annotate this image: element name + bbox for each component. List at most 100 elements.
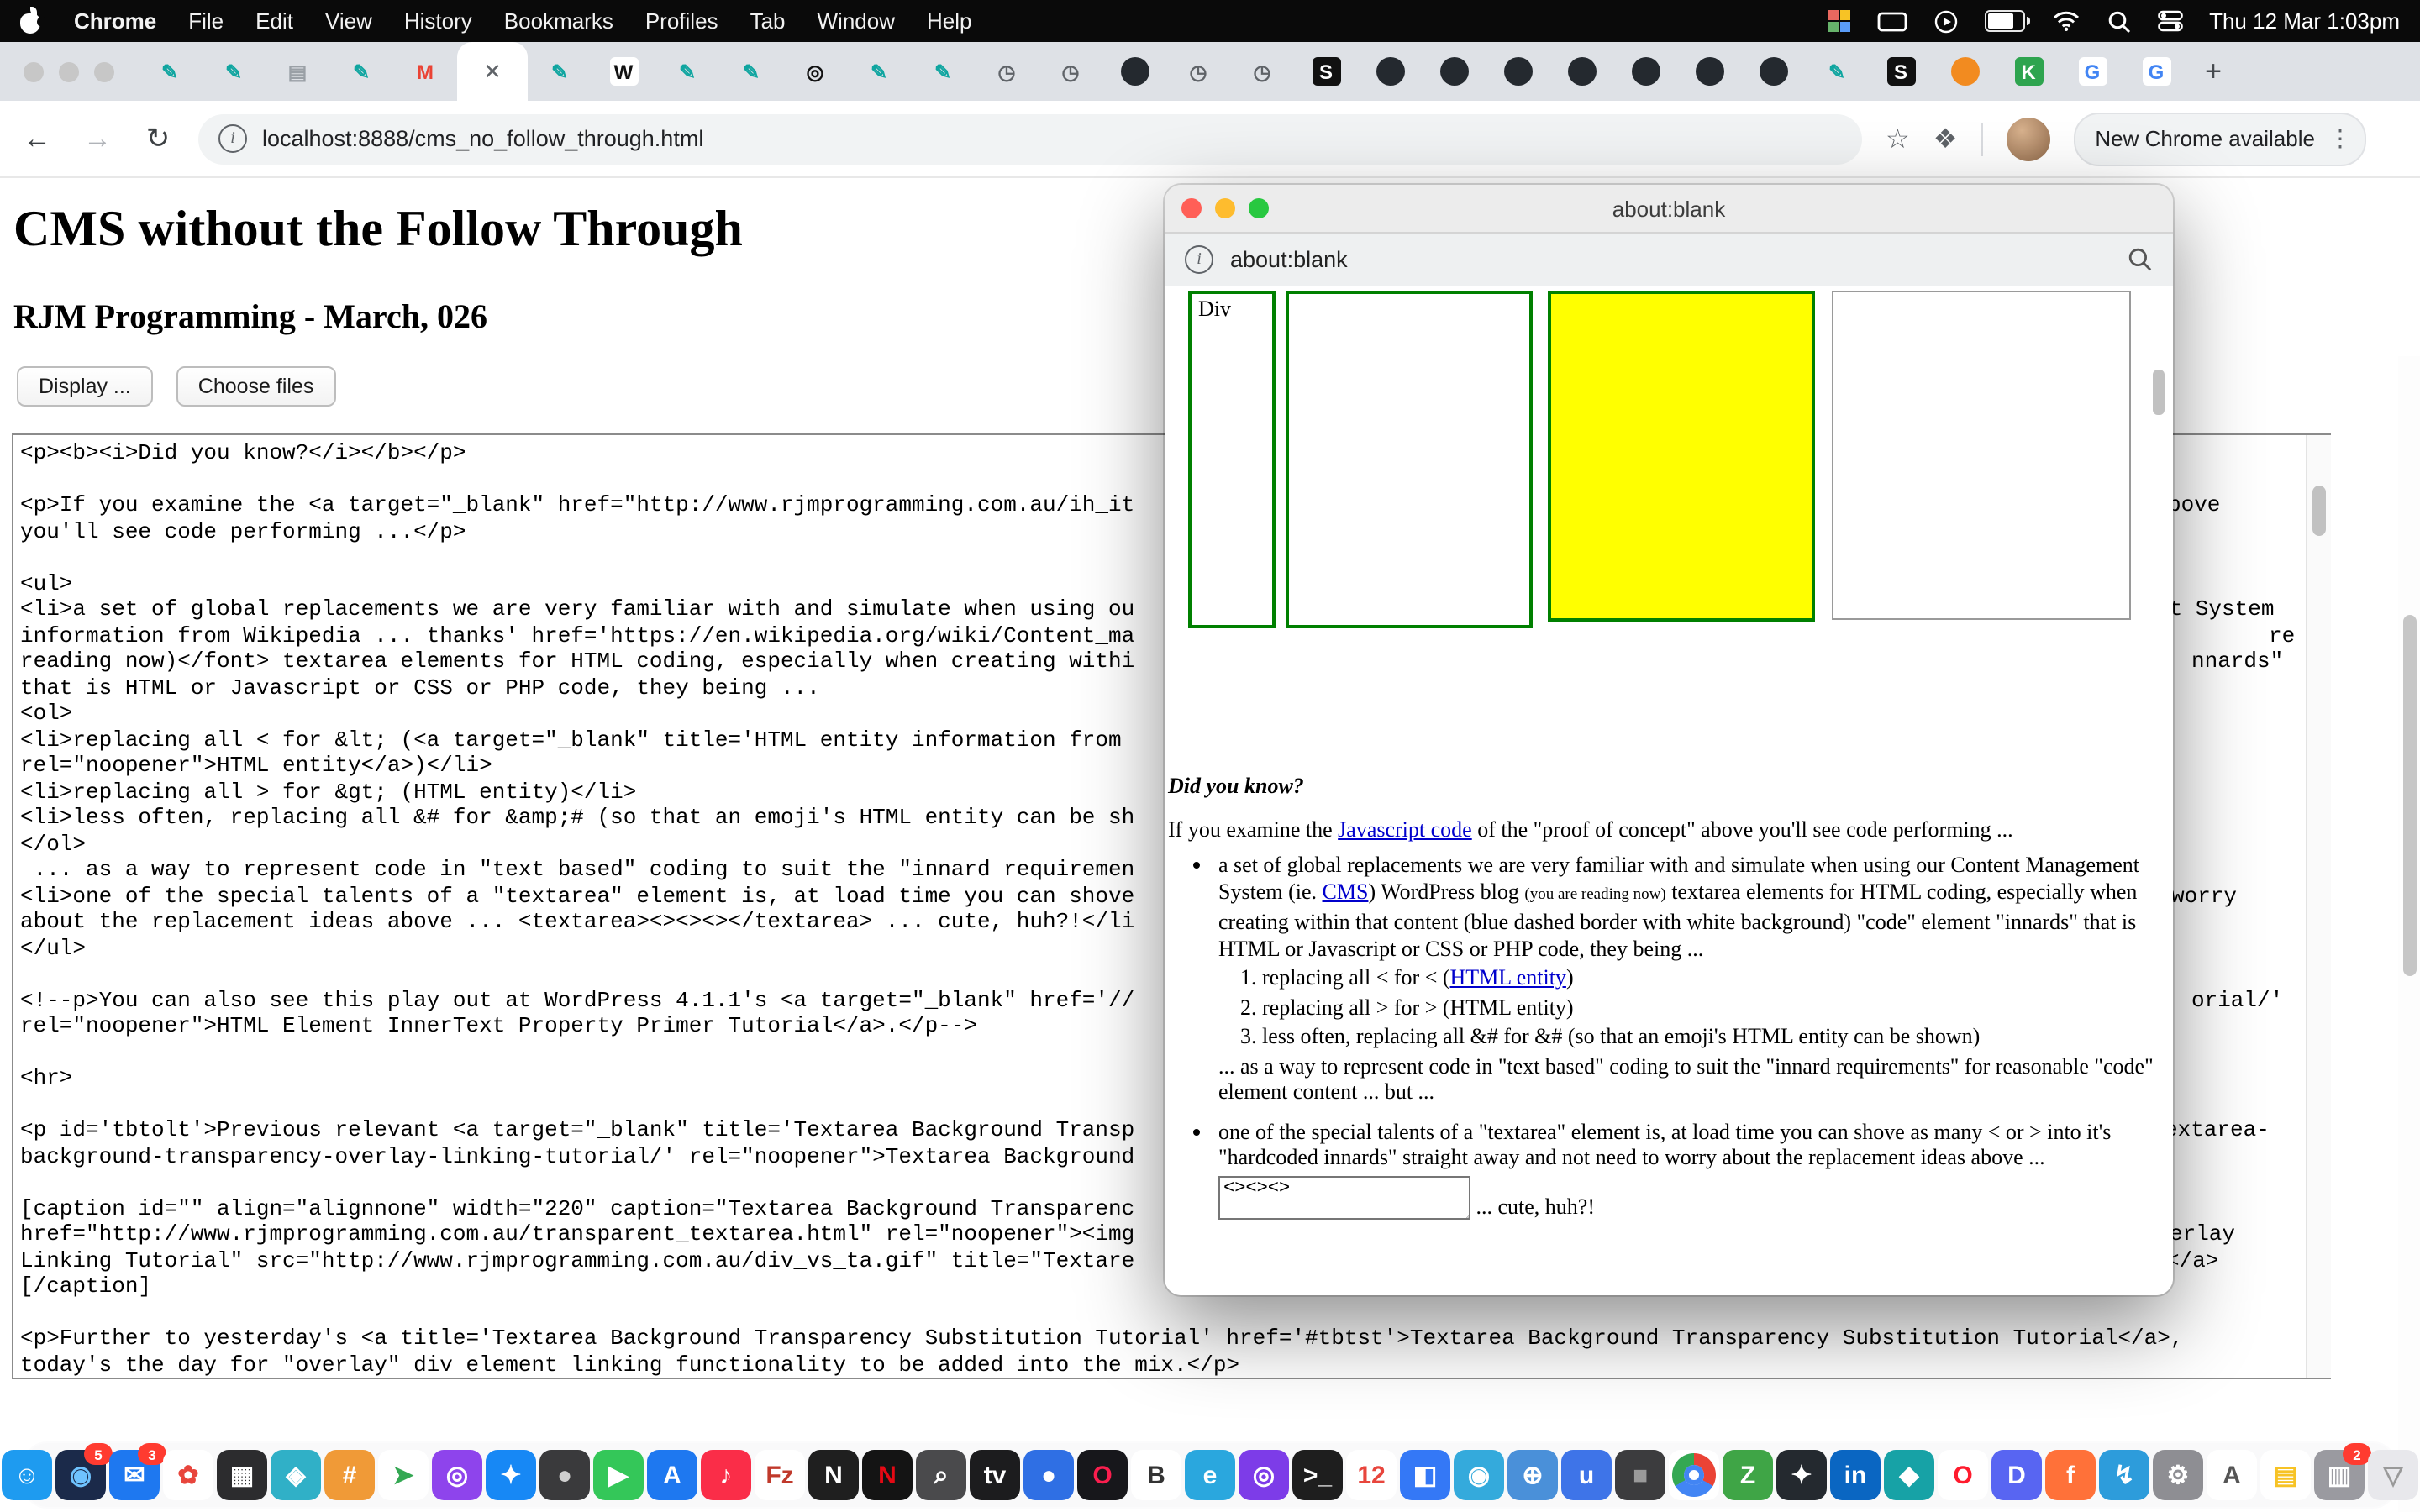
- dock-icon-launchpad[interactable]: ▦: [217, 1450, 267, 1500]
- dock-icon-notion[interactable]: N: [808, 1450, 859, 1500]
- menubar-item-help[interactable]: Help: [927, 8, 972, 34]
- apple-menu-icon[interactable]: [20, 8, 42, 34]
- dock-icon-music[interactable]: ♪: [701, 1450, 751, 1500]
- html-entity-link[interactable]: HTML entity: [1450, 964, 1566, 990]
- dock-icon-mail[interactable]: ✉3: [109, 1450, 160, 1500]
- tab-fire-28[interactable]: [1933, 42, 1996, 101]
- popup-urlbar[interactable]: i about:blank: [1165, 234, 2173, 287]
- dock-icon-apple-tv[interactable]: tv: [970, 1450, 1020, 1500]
- tab-pencil-26[interactable]: ✎: [1805, 42, 1869, 101]
- dock-icon-app-blue-2[interactable]: ◧: [1400, 1450, 1450, 1500]
- dock-icon-facetime[interactable]: ▶: [593, 1450, 644, 1500]
- dock-icon-ubuntu[interactable]: u: [1561, 1450, 1612, 1500]
- textarea-scrollbar[interactable]: [2306, 435, 2331, 1378]
- page-scrollbar[interactable]: [2398, 356, 2420, 1512]
- close-tab-icon[interactable]: ✕: [483, 58, 502, 85]
- tab-github-21[interactable]: [1486, 42, 1549, 101]
- window-controls[interactable]: [24, 62, 114, 82]
- tab-github-25[interactable]: [1741, 42, 1805, 101]
- dock-icon-podcasts[interactable]: ◎: [432, 1450, 482, 1500]
- tab-pencil-1[interactable]: ✎: [202, 42, 266, 101]
- omnibox[interactable]: i localhost:8888/cms_no_follow_through.h…: [198, 113, 1862, 164]
- menubar-item-tab[interactable]: Tab: [750, 8, 786, 34]
- popup-vscrollbar-thumb[interactable]: [2153, 370, 2165, 415]
- dock-icon-chrome[interactable]: [1669, 1450, 1719, 1500]
- menubar-app-icon[interactable]: [1828, 10, 1849, 32]
- tab-pencil-3[interactable]: ✎: [329, 42, 393, 101]
- dock-icon-app-bolt[interactable]: ↯: [2099, 1450, 2149, 1500]
- tab-kotlin-29[interactable]: K: [1996, 42, 2060, 101]
- demo-textarea[interactable]: <><><>: [1218, 1175, 1470, 1219]
- dock-icon-opera[interactable]: O: [1938, 1450, 1988, 1500]
- tab-github-22[interactable]: [1549, 42, 1613, 101]
- active-tab[interactable]: ✕: [457, 42, 528, 101]
- dock-icon-linkedin[interactable]: in: [1830, 1450, 1881, 1500]
- menubar-item-file[interactable]: File: [188, 8, 224, 34]
- tab-substack-18[interactable]: S: [1294, 42, 1358, 101]
- tab-target-10[interactable]: ◎: [783, 42, 847, 101]
- spotlight-icon[interactable]: [2107, 9, 2130, 33]
- forward-button[interactable]: →: [74, 115, 121, 162]
- dock-icon-terminal[interactable]: >_: [1292, 1450, 1343, 1500]
- tab-pencil-11[interactable]: ✎: [847, 42, 911, 101]
- dock-icon-safari[interactable]: ✦: [486, 1450, 536, 1500]
- tab-doc-2[interactable]: ▤: [266, 42, 329, 101]
- display-button[interactable]: Display ...: [17, 366, 153, 407]
- menubar-item-window[interactable]: Window: [818, 8, 896, 34]
- tab-github-20[interactable]: [1422, 42, 1486, 101]
- dock-icon-siri[interactable]: ◉5: [55, 1450, 106, 1500]
- tab-google-30[interactable]: G: [2060, 42, 2124, 101]
- dock-icon-photo-booth[interactable]: ◉: [1454, 1450, 1504, 1500]
- menubar-clock[interactable]: Thu 12 Mar 1:03pm: [2209, 8, 2400, 34]
- tab-clock-13[interactable]: ◷: [975, 42, 1039, 101]
- dock-icon-app-teal[interactable]: ◆: [1884, 1450, 1934, 1500]
- javascript-code-link[interactable]: Javascript code: [1338, 816, 1472, 841]
- back-button[interactable]: ←: [13, 115, 60, 162]
- div-box-3-yellow[interactable]: [1548, 291, 1815, 622]
- control-center-icon[interactable]: [2157, 10, 2182, 32]
- extensions-icon[interactable]: ❖: [1933, 122, 1958, 155]
- popup-titlebar[interactable]: about:blank: [1165, 185, 2173, 234]
- dock-icon-app-blue[interactable]: ●: [1023, 1450, 1074, 1500]
- tab-clock-16[interactable]: ◷: [1166, 42, 1230, 101]
- dock-icon-zoom[interactable]: Z: [1723, 1450, 1773, 1500]
- battery-icon[interactable]: [1984, 10, 2024, 32]
- bookmark-star-icon[interactable]: ☆: [1886, 122, 1910, 155]
- popup-site-info-icon[interactable]: i: [1185, 245, 1213, 274]
- menubar-item-profiles[interactable]: Profiles: [645, 8, 718, 34]
- dock-icon-settings[interactable]: ⚙: [2153, 1450, 2203, 1500]
- dock-icon-photos[interactable]: ✿: [163, 1450, 213, 1500]
- tab-gmail-4[interactable]: M: [393, 42, 457, 101]
- dock-icon-app-dark[interactable]: ●: [539, 1450, 590, 1500]
- wifi-icon[interactable]: [2051, 10, 2080, 32]
- site-info-icon[interactable]: i: [218, 124, 247, 153]
- dock-icon-calendar[interactable]: 12: [1346, 1450, 1397, 1500]
- tab-wiki-7[interactable]: W: [592, 42, 655, 101]
- tab-substack-27[interactable]: S: [1869, 42, 1933, 101]
- tab-github-19[interactable]: [1358, 42, 1422, 101]
- kebab-menu-icon[interactable]: ⋮: [2328, 124, 2352, 153]
- tab-google-31[interactable]: G: [2124, 42, 2188, 101]
- tab-github-15[interactable]: [1102, 42, 1166, 101]
- tab-github-23[interactable]: [1613, 42, 1677, 101]
- textarea-scrollbar-thumb[interactable]: [2312, 486, 2326, 536]
- url-text[interactable]: localhost:8888/cms_no_follow_through.htm…: [262, 126, 703, 151]
- menubar-item-edit[interactable]: Edit: [255, 8, 293, 34]
- dock-icon-discord[interactable]: D: [1991, 1450, 2042, 1500]
- dock-icon-app-dark-2[interactable]: ■: [1615, 1450, 1665, 1500]
- textarea-box-4[interactable]: [1832, 291, 2131, 620]
- tab-pencil-6[interactable]: ✎: [528, 42, 592, 101]
- menubar-item-bookmarks[interactable]: Bookmarks: [504, 8, 613, 34]
- tab-clock-14[interactable]: ◷: [1039, 42, 1102, 101]
- profile-avatar[interactable]: [2006, 117, 2049, 160]
- display-icon[interactable]: [1876, 11, 1907, 31]
- dock-icon-textedit[interactable]: A: [2207, 1450, 2257, 1500]
- new-tab-button[interactable]: +: [2188, 42, 2238, 101]
- dock-icon-trash[interactable]: ▽: [2368, 1450, 2418, 1500]
- dock-icon-maps[interactable]: ➤: [378, 1450, 429, 1500]
- page-scrollbar-thumb[interactable]: [2402, 615, 2416, 976]
- reload-button[interactable]: ↻: [134, 115, 182, 162]
- popup-search-icon[interactable]: [2128, 247, 2153, 272]
- dock-icon-preview[interactable]: ◈: [271, 1450, 321, 1500]
- dock-icon-github[interactable]: ✦: [1776, 1450, 1827, 1500]
